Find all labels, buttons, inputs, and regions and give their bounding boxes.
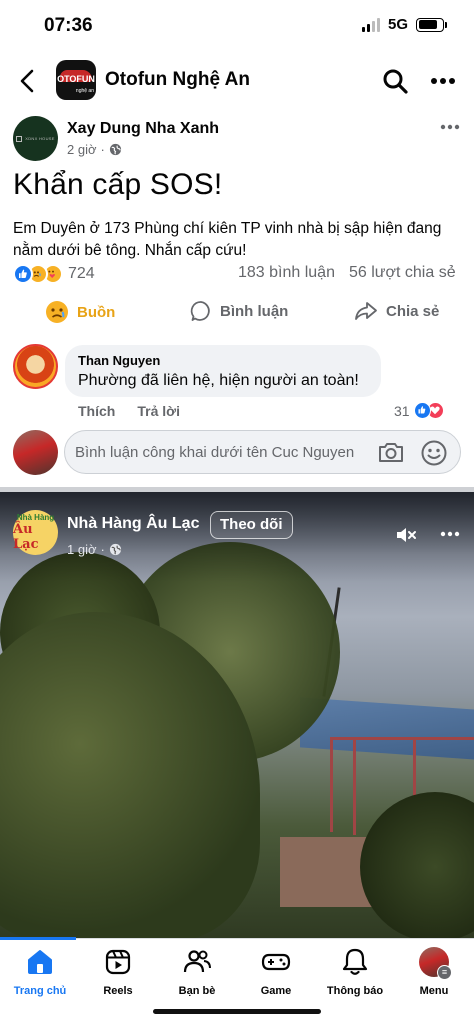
video-avatar-line2: Âu Lạc bbox=[13, 522, 39, 552]
status-icons: 5G bbox=[361, 16, 447, 33]
comment-like-button[interactable]: Thích bbox=[78, 403, 115, 419]
search-icon[interactable] bbox=[382, 68, 408, 94]
network-label: 5G bbox=[387, 16, 408, 33]
post-time[interactable]: 2 giờ bbox=[67, 142, 97, 157]
comment-button-label: Bình luận bbox=[220, 302, 289, 320]
post-author-avatar[interactable]: XDNX HOUSE bbox=[13, 116, 58, 161]
avatar-logo-mark bbox=[16, 135, 23, 142]
like-mini-icon bbox=[413, 402, 431, 419]
gamepad-icon bbox=[261, 953, 291, 971]
post-body: Em Duyên ở 173 Phùng chí kiên TP vinh nh… bbox=[13, 220, 442, 259]
post-title: Khẩn cấp SOS! bbox=[13, 168, 223, 201]
avatar-logo-text: XDNX HOUSE bbox=[25, 136, 55, 141]
share-icon bbox=[355, 302, 377, 320]
nav-item-game[interactable]: Game bbox=[236, 947, 316, 997]
meta-separator: · bbox=[100, 142, 105, 157]
comment-reply-button[interactable]: Trả lời bbox=[137, 403, 180, 419]
friends-icon bbox=[183, 950, 211, 973]
like-reaction-icon bbox=[13, 264, 33, 284]
status-time: 07:36 bbox=[44, 15, 93, 36]
video-post-meta: 1 giờ · bbox=[67, 542, 122, 557]
follow-button[interactable]: Theo dõi bbox=[210, 511, 293, 539]
nav-label-notifications: Thông báo bbox=[326, 985, 384, 997]
menu-avatar bbox=[419, 947, 452, 980]
nav-label-game: Game bbox=[260, 985, 292, 997]
video-post-time[interactable]: 1 giờ bbox=[67, 542, 97, 557]
comment-input-placeholder[interactable]: Bình luận công khai dưới tên Cuc Nguyen bbox=[75, 444, 354, 461]
bell-icon bbox=[342, 948, 368, 975]
group-title[interactable]: Otofun Nghệ An bbox=[105, 69, 250, 91]
nav-label-friends: Bạn bè bbox=[178, 985, 216, 997]
globe-icon bbox=[109, 143, 121, 156]
reaction-summary[interactable]: 724 bbox=[13, 264, 95, 284]
comment-reaction-count: 31 bbox=[394, 402, 410, 419]
share-count[interactable]: 56 lượt chia sẻ bbox=[349, 264, 456, 282]
comment-bubble[interactable]: Than Nguyen Phường đã liên hệ, hiện ngườ… bbox=[65, 345, 381, 397]
sad-face-icon bbox=[46, 301, 68, 323]
comment-composer[interactable]: Bình luận công khai dưới tên Cuc Nguyen bbox=[64, 430, 461, 474]
group-logo-text: OTOFUN bbox=[57, 74, 95, 84]
back-icon[interactable] bbox=[16, 66, 40, 96]
meta-separator: · bbox=[100, 542, 105, 557]
current-user-avatar[interactable] bbox=[13, 430, 58, 475]
nav-active-indicator bbox=[0, 937, 76, 940]
camera-icon[interactable] bbox=[377, 439, 405, 465]
nav-item-notifications[interactable]: Thông báo bbox=[315, 947, 395, 997]
react-button[interactable]: Buồn bbox=[45, 300, 115, 324]
emoji-icon[interactable] bbox=[420, 439, 448, 467]
react-button-label: Buồn bbox=[77, 303, 116, 321]
signal-icon bbox=[361, 17, 380, 32]
home-indicator bbox=[153, 1009, 321, 1014]
video-author-name[interactable]: Nhà Hàng Âu Lạc bbox=[67, 515, 199, 533]
video-author-avatar[interactable]: Nhà Hàng Âu Lạc bbox=[13, 510, 58, 555]
nav-label-home: Trang chủ bbox=[13, 985, 67, 997]
post-author-name[interactable]: Xay Dung Nha Xanh bbox=[67, 120, 219, 138]
group-header: OTOFUN nghệ an Otofun Nghệ An bbox=[0, 56, 474, 106]
nav-item-home[interactable]: Trang chủ bbox=[0, 947, 80, 997]
group-logo-sub: nghệ an bbox=[75, 88, 94, 94]
group-logo[interactable]: OTOFUN nghệ an bbox=[56, 60, 96, 100]
commenter-avatar[interactable] bbox=[13, 344, 58, 389]
reels-icon bbox=[105, 949, 131, 975]
battery-icon bbox=[416, 17, 447, 32]
commenter-name[interactable]: Than Nguyen bbox=[78, 353, 368, 368]
video-more-icon[interactable] bbox=[440, 531, 460, 537]
globe-icon bbox=[109, 543, 121, 556]
nav-item-reels[interactable]: Reels bbox=[78, 947, 158, 997]
mute-icon[interactable] bbox=[395, 524, 417, 546]
more-options-icon[interactable] bbox=[430, 77, 456, 85]
comment-reactions[interactable]: 31 bbox=[394, 402, 444, 419]
nav-label-menu: Menu bbox=[419, 985, 449, 997]
comment-text: Phường đã liên hệ, hiện người an toàn! bbox=[78, 372, 359, 389]
post-more-icon[interactable] bbox=[440, 124, 460, 130]
post-meta: 2 giờ · bbox=[67, 142, 122, 157]
comment-button[interactable]: Bình luận bbox=[190, 300, 288, 322]
video-player[interactable] bbox=[0, 492, 474, 938]
post-action-bar: Buồn Bình luận Chia sẻ bbox=[0, 296, 474, 332]
nav-label-reels: Reels bbox=[103, 985, 133, 997]
video-avatar-line1: Nhà Hàng bbox=[16, 513, 55, 522]
comment-icon bbox=[190, 301, 210, 321]
share-button[interactable]: Chia sẻ bbox=[354, 300, 439, 322]
reaction-count: 724 bbox=[68, 265, 95, 282]
share-button-label: Chia sẻ bbox=[386, 302, 440, 320]
comment-count[interactable]: 183 bình luận bbox=[238, 264, 335, 282]
comment-actions: Thích Trả lời bbox=[78, 403, 180, 419]
nav-item-friends[interactable]: Bạn bè bbox=[157, 947, 237, 997]
status-bar: 07:36 5G bbox=[0, 0, 474, 52]
nav-item-menu[interactable]: Menu bbox=[394, 947, 474, 997]
home-icon bbox=[28, 950, 52, 974]
